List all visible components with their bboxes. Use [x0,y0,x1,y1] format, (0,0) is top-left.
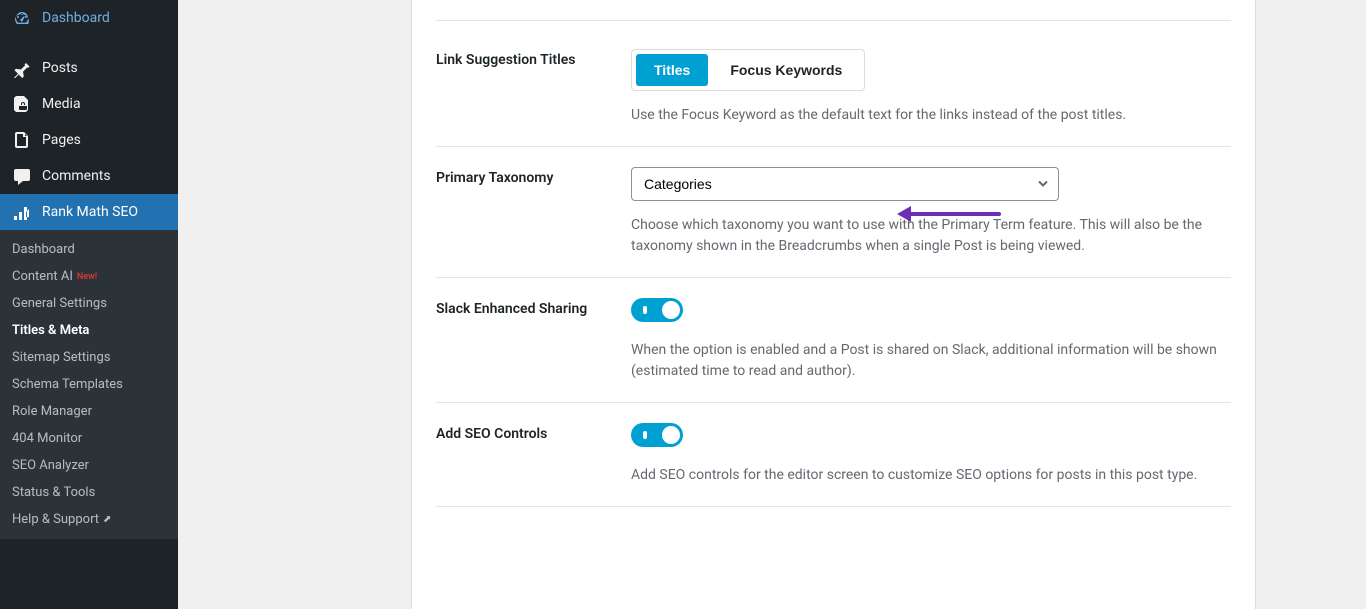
menu-label: Comments [42,168,111,184]
setting-description: Add SEO controls for the editor screen t… [631,465,1231,486]
setting-label: Add SEO Controls [436,426,547,442]
setting-label: Link Suggestion Titles [436,52,575,68]
taxonomy-select[interactable]: Categories [631,167,1059,201]
seo-controls-toggle[interactable] [631,423,683,447]
external-link-icon: ⬈ [103,514,111,525]
focus-keywords-button[interactable]: Focus Keywords [712,54,860,86]
sidebar-item-rankmath[interactable]: Rank Math SEO [0,194,178,230]
button-group: Titles Focus Keywords [631,49,865,91]
comments-icon [12,166,32,186]
settings-panel: Link Suggestion Titles Titles Focus Keyw… [411,0,1256,609]
rankmath-submenu: Dashboard Content AINew! General Setting… [0,230,178,539]
sidebar-item-media[interactable]: Media [0,86,178,122]
submenu-dashboard[interactable]: Dashboard [0,236,178,263]
submenu-help[interactable]: Help & Support⬈ [0,506,178,533]
submenu-general-settings[interactable]: General Settings [0,290,178,317]
submenu-seo-analyzer[interactable]: SEO Analyzer [0,452,178,479]
setting-description: When the option is enabled and a Post is… [631,340,1231,382]
menu-label: Pages [42,132,81,148]
submenu-404[interactable]: 404 Monitor [0,425,178,452]
submenu-sitemap[interactable]: Sitemap Settings [0,344,178,371]
dashboard-icon [12,8,32,28]
submenu-schema[interactable]: Schema Templates [0,371,178,398]
setting-slack-sharing: Slack Enhanced Sharing When the option i… [436,278,1231,403]
new-badge: New! [77,272,97,282]
setting-label: Primary Taxonomy [436,170,553,186]
menu-label: Posts [42,60,78,76]
sidebar-item-dashboard[interactable]: Dashboard [0,0,178,36]
menu-label: Media [42,96,81,112]
pin-icon [12,58,32,78]
titles-button[interactable]: Titles [636,54,708,86]
admin-sidebar: Dashboard Posts Media Pages Comments Ran… [0,0,178,609]
setting-description: Choose which taxonomy you want to use wi… [631,215,1231,257]
sidebar-item-pages[interactable]: Pages [0,122,178,158]
slack-toggle[interactable] [631,298,683,322]
pages-icon [12,130,32,150]
content-area: Link Suggestion Titles Titles Focus Keyw… [178,0,1366,609]
menu-label: Dashboard [42,10,110,26]
sidebar-item-posts[interactable]: Posts [0,50,178,86]
submenu-role-manager[interactable]: Role Manager [0,398,178,425]
rankmath-icon [12,202,32,222]
submenu-titles-meta[interactable]: Titles & Meta [0,317,178,344]
setting-label: Slack Enhanced Sharing [436,301,587,317]
setting-primary-taxonomy: Primary Taxonomy Categories Choose which… [436,147,1231,278]
setting-seo-controls: Add SEO Controls Add SEO controls for th… [436,403,1231,507]
media-icon [12,94,32,114]
sidebar-item-comments[interactable]: Comments [0,158,178,194]
menu-label: Rank Math SEO [42,204,138,220]
submenu-status[interactable]: Status & Tools [0,479,178,506]
submenu-content-ai[interactable]: Content AINew! [0,263,178,290]
setting-description: Use the Focus Keyword as the default tex… [631,105,1231,126]
setting-link-suggestion: Link Suggestion Titles Titles Focus Keyw… [436,20,1231,147]
